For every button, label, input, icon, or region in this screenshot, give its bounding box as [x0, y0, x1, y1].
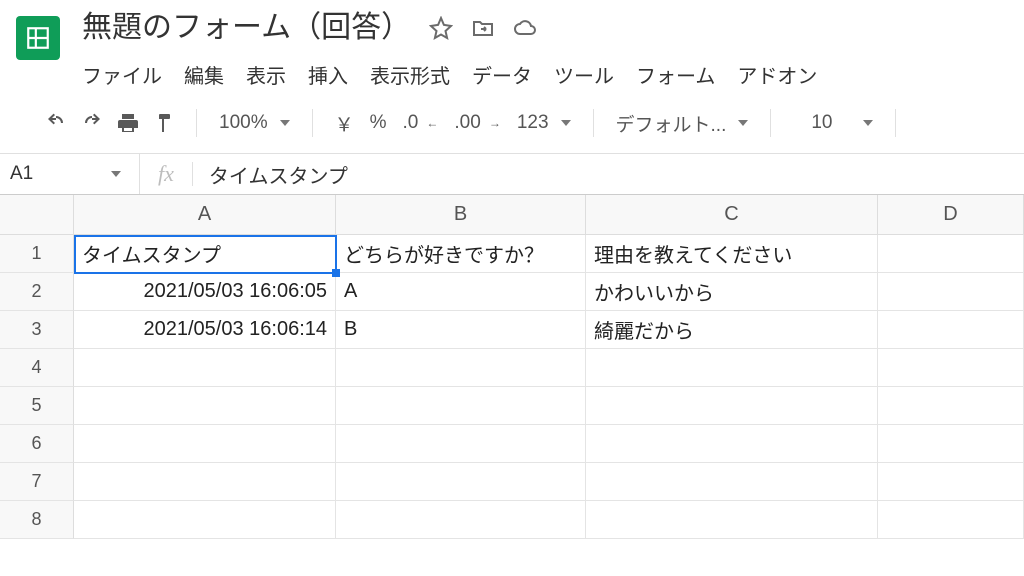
row-header[interactable]: 5: [0, 387, 74, 425]
paint-format-button[interactable]: [148, 107, 180, 139]
chevron-down-icon: [280, 120, 290, 126]
number-format-selector[interactable]: 123: [511, 112, 577, 134]
menu-edit[interactable]: 編集: [184, 60, 224, 89]
cell[interactable]: [878, 425, 1024, 463]
redo-button[interactable]: [76, 107, 108, 139]
cell[interactable]: [878, 463, 1024, 501]
formula-bar[interactable]: タイムスタンプ: [209, 160, 348, 189]
font-selector[interactable]: デフォルト...: [610, 110, 755, 137]
cell[interactable]: タイムスタンプ: [74, 235, 336, 273]
sheets-icon: [25, 25, 51, 51]
cell[interactable]: [878, 349, 1024, 387]
doc-title[interactable]: 無題のフォーム（回答）: [82, 8, 411, 48]
cell[interactable]: [878, 501, 1024, 539]
cell[interactable]: 2021/05/03 16:06:05: [74, 273, 336, 311]
move-folder-icon[interactable]: [471, 16, 495, 40]
app-icon[interactable]: [12, 12, 64, 64]
cell[interactable]: [586, 387, 878, 425]
name-box[interactable]: A1: [0, 154, 140, 194]
menu-insert[interactable]: 挿入: [308, 60, 348, 89]
increase-decimal-button[interactable]: .00→: [448, 112, 506, 134]
fill-handle[interactable]: [332, 269, 340, 277]
menu-file[interactable]: ファイル: [82, 60, 162, 89]
cell[interactable]: [336, 349, 586, 387]
star-icon[interactable]: [429, 16, 453, 40]
row-header[interactable]: 2: [0, 273, 74, 311]
cell[interactable]: [74, 425, 336, 463]
cell[interactable]: [586, 463, 878, 501]
cell[interactable]: [74, 463, 336, 501]
cell[interactable]: [878, 387, 1024, 425]
cell[interactable]: [878, 235, 1024, 273]
cell[interactable]: 理由を教えてください: [586, 235, 878, 273]
zoom-selector[interactable]: 100%: [213, 112, 296, 134]
spreadsheet-grid[interactable]: 1 2 3 4 5 6 7 8 A B C D タイムスタンプ どちらが好きです…: [0, 195, 1024, 539]
cell[interactable]: かわいいから: [586, 273, 878, 311]
undo-button[interactable]: [40, 107, 72, 139]
cell[interactable]: [336, 387, 586, 425]
menu-form[interactable]: フォーム: [636, 60, 715, 89]
cell[interactable]: [74, 501, 336, 539]
cell[interactable]: A: [336, 273, 586, 311]
chevron-down-icon: [561, 120, 571, 126]
row-header[interactable]: 1: [0, 235, 74, 273]
row-header[interactable]: 3: [0, 311, 74, 349]
cell[interactable]: 綺麗だから: [586, 311, 878, 349]
cell[interactable]: [586, 501, 878, 539]
cell[interactable]: B: [336, 311, 586, 349]
column-header[interactable]: A: [74, 195, 336, 235]
fx-icon: fx: [158, 161, 174, 187]
select-all-corner[interactable]: [0, 195, 74, 235]
column-header[interactable]: C: [586, 195, 878, 235]
chevron-down-icon: [738, 120, 748, 126]
column-header[interactable]: B: [336, 195, 586, 235]
column-header[interactable]: D: [878, 195, 1024, 235]
cell[interactable]: 2021/05/03 16:06:14: [74, 311, 336, 349]
cell[interactable]: [586, 425, 878, 463]
cell[interactable]: [878, 311, 1024, 349]
row-header[interactable]: 6: [0, 425, 74, 463]
menu-bar: ファイル 編集 表示 挿入 表示形式 データ ツール フォーム アドオン: [82, 60, 1012, 89]
chevron-down-icon: [863, 120, 873, 126]
menu-addons[interactable]: アドオン: [737, 60, 817, 89]
cell[interactable]: [336, 501, 586, 539]
row-header[interactable]: 8: [0, 501, 74, 539]
menu-data[interactable]: データ: [472, 60, 532, 89]
chevron-down-icon: [111, 171, 121, 177]
cell[interactable]: [74, 387, 336, 425]
currency-button[interactable]: ￥: [329, 110, 360, 137]
cell[interactable]: どちらが好きですか？: [336, 235, 586, 273]
print-button[interactable]: [112, 107, 144, 139]
row-header[interactable]: 7: [0, 463, 74, 501]
formula-row: A1 fx タイムスタンプ: [0, 153, 1024, 195]
menu-tools[interactable]: ツール: [554, 60, 614, 89]
row-header[interactable]: 4: [0, 349, 74, 387]
menu-format[interactable]: 表示形式: [370, 60, 450, 89]
cloud-status-icon[interactable]: [513, 16, 537, 40]
percent-button[interactable]: %: [364, 112, 393, 134]
toolbar: 100% ￥ % .0← .00→ 123 デフォルト... 10: [0, 89, 1024, 153]
menu-view[interactable]: 表示: [246, 60, 286, 89]
cell[interactable]: [74, 349, 336, 387]
cell[interactable]: [336, 463, 586, 501]
decrease-decimal-button[interactable]: .0←: [397, 112, 445, 134]
font-size-selector[interactable]: 10: [787, 112, 878, 134]
cell[interactable]: [586, 349, 878, 387]
cell[interactable]: [336, 425, 586, 463]
header: 無題のフォーム（回答） ファイル 編集 表示 挿入 表示形式 データ ツール フ…: [0, 0, 1024, 89]
cell[interactable]: [878, 273, 1024, 311]
